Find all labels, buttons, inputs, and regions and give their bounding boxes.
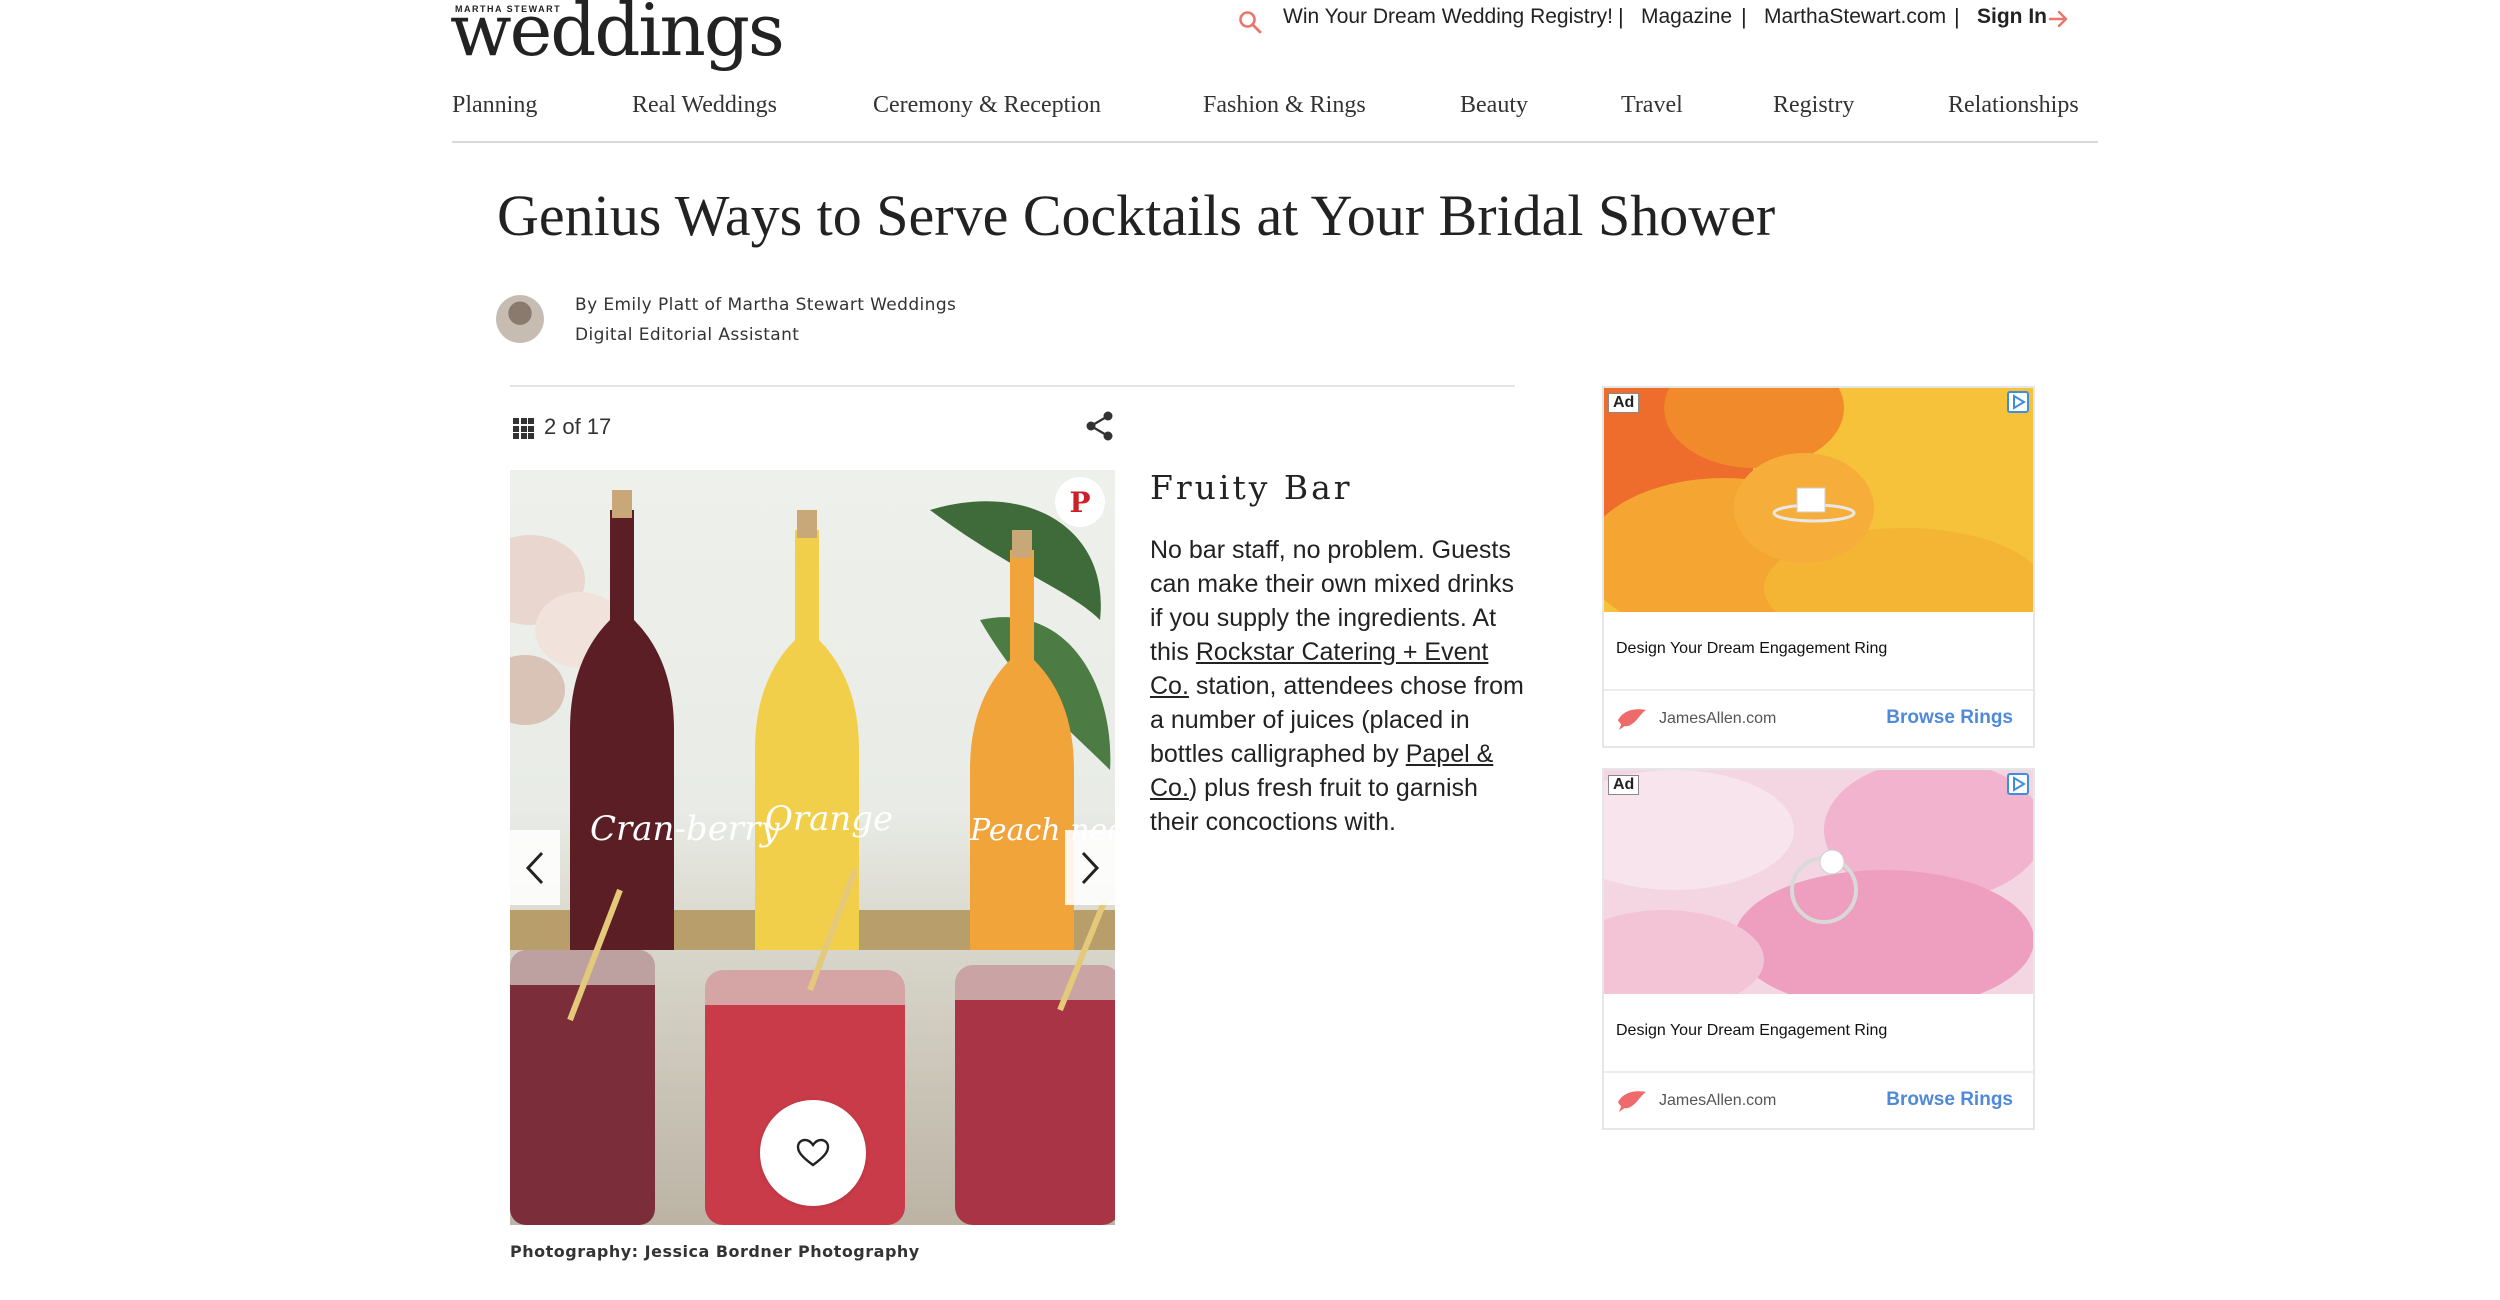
ad-divider: [1604, 1071, 2033, 1073]
nav-planning[interactable]: Planning: [452, 92, 537, 119]
separator: |: [1954, 4, 1960, 29]
nav-divider: [452, 141, 2098, 143]
ad-image[interactable]: [1604, 770, 2033, 994]
nav-relationships[interactable]: Relationships: [1948, 92, 2079, 119]
nav-real-weddings[interactable]: Real Weddings: [632, 92, 777, 119]
heart-icon: [796, 1138, 830, 1167]
author-byline[interactable]: By Emily Platt of Martha Stewart Wedding…: [575, 295, 956, 315]
nav-beauty[interactable]: Beauty: [1460, 92, 1528, 119]
nav-fashion-rings[interactable]: Fashion & Rings: [1203, 92, 1366, 119]
ad-advertiser[interactable]: JamesAllen.com: [1659, 710, 1776, 728]
nav-registry[interactable]: Registry: [1773, 92, 1854, 119]
bird-logo-icon: [1618, 709, 1646, 730]
adchoices-icon[interactable]: [2007, 773, 2029, 795]
chevron-left-icon: [525, 851, 544, 884]
browse-rings-button[interactable]: Browse Rings: [1886, 707, 2013, 729]
arrow-right-icon[interactable]: [2048, 9, 2070, 29]
grid-icon[interactable]: [513, 418, 534, 439]
marthastewart-link[interactable]: MarthaStewart.com: [1764, 5, 1946, 29]
adchoices-icon[interactable]: [2007, 391, 2029, 413]
bottle-label-orange: Orange: [765, 799, 893, 839]
ad-advertiser[interactable]: JamesAllen.com: [1659, 1092, 1776, 1110]
search-icon[interactable]: [1238, 10, 1262, 34]
article-title: Genius Ways to Serve Cocktails at Your B…: [497, 183, 1776, 248]
prev-slide-button[interactable]: [510, 830, 560, 905]
sign-in-link[interactable]: Sign In: [1977, 5, 2047, 29]
nav-travel[interactable]: Travel: [1621, 92, 1683, 119]
ad-headline[interactable]: Design Your Dream Engagement Ring: [1616, 640, 1887, 658]
separator: |: [1741, 4, 1747, 29]
ad-unit-2[interactable]: Ad Design Your Dream Engagement Ring Jam…: [1602, 768, 2035, 1130]
separator: |: [1618, 4, 1624, 29]
ad-divider: [1604, 689, 2033, 691]
ad-unit-1[interactable]: Ad Design Your Dream Engagement Ring Jam…: [1602, 386, 2035, 748]
chevron-right-icon: [1081, 851, 1100, 884]
ad-label: Ad: [1608, 775, 1640, 795]
slideshow-divider: [510, 385, 1515, 387]
share-icon[interactable]: [1084, 410, 1116, 442]
save-favorite-button[interactable]: [760, 1100, 866, 1206]
author-avatar[interactable]: [496, 295, 544, 343]
site-logo[interactable]: weddings: [450, 0, 785, 66]
slide-body-text: ) plus fresh fruit to garnish their conc…: [1150, 774, 1478, 836]
browse-rings-button[interactable]: Browse Rings: [1886, 1089, 2013, 1111]
photo-credit: Photography: Jessica Bordner Photography: [510, 1242, 920, 1261]
ring-on-orange-flowers-illustration: [1604, 388, 2033, 612]
promo-link[interactable]: Win Your Dream Wedding Registry!: [1283, 5, 1613, 29]
bird-logo-icon: [1618, 1091, 1646, 1112]
nav-ceremony-reception[interactable]: Ceremony & Reception: [873, 92, 1101, 119]
slide-body: No bar staff, no problem. Guests can mak…: [1150, 533, 1525, 839]
slide-title: Fruity Bar: [1150, 468, 1353, 507]
ad-headline[interactable]: Design Your Dream Engagement Ring: [1616, 1022, 1887, 1040]
author-role: Digital Editorial Assistant: [575, 325, 800, 345]
bottle-label-cranberry: Cran-berry: [590, 809, 780, 849]
ad-image[interactable]: [1604, 388, 2033, 612]
next-slide-button[interactable]: [1065, 830, 1115, 905]
ring-on-pink-flowers-illustration: [1604, 770, 2033, 994]
pinterest-icon[interactable]: P: [1055, 477, 1105, 527]
ad-label: Ad: [1608, 393, 1640, 413]
magazine-link[interactable]: Magazine: [1641, 5, 1732, 29]
slide-counter: 2 of 17: [544, 414, 612, 439]
